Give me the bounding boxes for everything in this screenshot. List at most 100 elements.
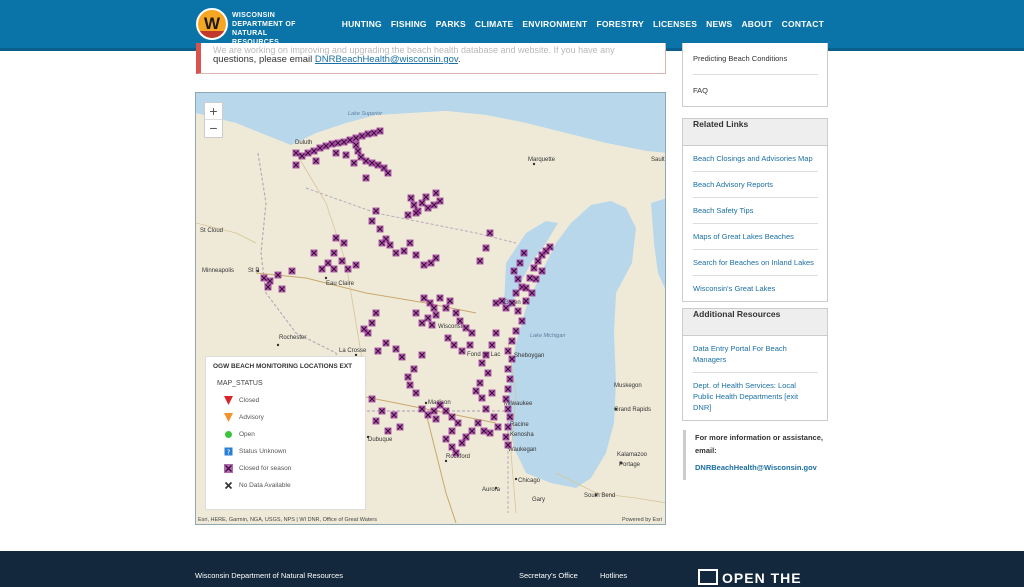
closed-for-season-marker[interactable] xyxy=(448,427,456,435)
closed-for-season-marker[interactable] xyxy=(412,209,420,217)
related-link[interactable]: Maps of Great Lakes Beaches xyxy=(693,224,818,250)
closed-for-season-marker[interactable] xyxy=(332,234,340,242)
footer-link-hotlines[interactable]: Hotlines xyxy=(600,571,627,580)
closed-for-season-marker[interactable] xyxy=(332,149,340,157)
closed-for-season-marker[interactable] xyxy=(534,257,542,265)
closed-for-season-marker[interactable] xyxy=(504,347,512,355)
nav-environment[interactable]: ENVIRONMENT xyxy=(522,19,587,29)
closed-for-season-marker[interactable] xyxy=(448,443,456,451)
closed-for-season-marker[interactable] xyxy=(484,369,492,377)
closed-for-season-marker[interactable] xyxy=(448,413,456,421)
closed-for-season-marker[interactable] xyxy=(430,304,438,312)
closed-for-season-marker[interactable] xyxy=(478,359,486,367)
closed-for-season-marker[interactable] xyxy=(476,257,484,265)
closed-for-season-marker[interactable] xyxy=(400,247,408,255)
closed-for-season-marker[interactable] xyxy=(462,324,470,332)
closed-for-season-marker[interactable] xyxy=(310,147,318,155)
closed-for-season-marker[interactable] xyxy=(406,381,414,389)
closed-for-season-marker[interactable] xyxy=(508,355,516,363)
closed-for-season-marker[interactable] xyxy=(372,207,380,215)
closed-for-season-marker[interactable] xyxy=(368,159,376,167)
closed-for-season-marker[interactable] xyxy=(458,439,466,447)
closed-for-season-marker[interactable] xyxy=(344,265,352,273)
closed-for-season-marker[interactable] xyxy=(518,317,526,325)
closed-for-season-marker[interactable] xyxy=(412,309,420,317)
closed-for-season-marker[interactable] xyxy=(502,433,510,441)
closed-for-season-marker[interactable] xyxy=(364,130,372,138)
closed-for-season-marker[interactable] xyxy=(260,274,268,282)
related-link[interactable]: Beach Advisory Reports xyxy=(693,172,818,198)
closed-for-season-marker[interactable] xyxy=(506,375,514,383)
sidebar-item-faq[interactable]: FAQ xyxy=(693,75,818,106)
closed-for-season-marker[interactable] xyxy=(340,239,348,247)
nav-parks[interactable]: PARKS xyxy=(436,19,466,29)
closed-for-season-marker[interactable] xyxy=(392,345,400,353)
closed-for-season-marker[interactable] xyxy=(390,411,398,419)
closed-for-season-marker[interactable] xyxy=(488,341,496,349)
closed-for-season-marker[interactable] xyxy=(378,407,386,415)
closed-for-season-marker[interactable] xyxy=(368,395,376,403)
closed-for-season-marker[interactable] xyxy=(404,373,412,381)
closed-for-season-marker[interactable] xyxy=(404,211,412,219)
closed-for-season-marker[interactable] xyxy=(488,389,496,397)
closed-for-season-marker[interactable] xyxy=(424,411,432,419)
closed-for-season-marker[interactable] xyxy=(514,307,522,315)
footer-link-secretary[interactable]: Secretary's Office xyxy=(519,571,578,580)
closed-for-season-marker[interactable] xyxy=(490,413,498,421)
nav-licenses[interactable]: LICENSES xyxy=(653,19,697,29)
closed-for-season-marker[interactable] xyxy=(430,201,438,209)
closed-for-season-marker[interactable] xyxy=(368,217,376,225)
closed-for-season-marker[interactable] xyxy=(526,274,534,282)
closed-for-season-marker[interactable] xyxy=(478,394,486,402)
closed-for-season-marker[interactable] xyxy=(514,275,522,283)
closed-for-season-marker[interactable] xyxy=(442,407,450,415)
closed-for-season-marker[interactable] xyxy=(468,427,476,435)
nav-hunting[interactable]: HUNTING xyxy=(342,19,382,29)
resource-link[interactable]: Data Entry Portal For Beach Managers xyxy=(693,336,818,373)
closed-for-season-marker[interactable] xyxy=(312,157,320,165)
closed-for-season-marker[interactable] xyxy=(422,193,430,201)
closed-for-season-marker[interactable] xyxy=(360,325,368,333)
closed-for-season-marker[interactable] xyxy=(522,297,530,305)
closed-for-season-marker[interactable] xyxy=(292,149,300,157)
closed-for-season-marker[interactable] xyxy=(362,157,370,165)
closed-for-season-marker[interactable] xyxy=(346,136,354,144)
closed-for-season-marker[interactable] xyxy=(304,149,312,157)
closed-for-season-marker[interactable] xyxy=(418,199,426,207)
closed-for-season-marker[interactable] xyxy=(274,271,282,279)
logo-text[interactable]: WISCONSIN DEPARTMENT OF NATURAL RESOURCE… xyxy=(232,11,312,47)
closed-for-season-marker[interactable] xyxy=(352,141,360,149)
contact-email-link[interactable]: DNRBeachHealth@Wisconsin.gov xyxy=(695,463,828,472)
closed-for-season-marker[interactable] xyxy=(480,427,488,435)
closed-for-season-marker[interactable] xyxy=(328,140,336,148)
closed-for-season-marker[interactable] xyxy=(520,249,528,257)
closed-for-season-marker[interactable] xyxy=(410,201,418,209)
closed-for-season-marker[interactable] xyxy=(502,395,510,403)
closed-for-season-marker[interactable] xyxy=(504,405,512,413)
closed-for-season-marker[interactable] xyxy=(354,147,362,155)
closed-for-season-marker[interactable] xyxy=(382,339,390,347)
closed-for-season-marker[interactable] xyxy=(318,265,326,273)
closed-for-season-marker[interactable] xyxy=(452,449,460,457)
closed-for-season-marker[interactable] xyxy=(432,189,440,197)
closed-for-season-marker[interactable] xyxy=(292,161,300,169)
closed-for-season-marker[interactable] xyxy=(482,244,490,252)
closed-for-season-marker[interactable] xyxy=(386,241,394,249)
closed-for-season-marker[interactable] xyxy=(512,289,520,297)
closed-for-season-marker[interactable] xyxy=(406,239,414,247)
closed-for-season-marker[interactable] xyxy=(376,225,384,233)
closed-for-season-marker[interactable] xyxy=(420,294,428,302)
closed-for-season-marker[interactable] xyxy=(432,311,440,319)
closed-for-season-marker[interactable] xyxy=(368,319,376,327)
closed-for-season-marker[interactable] xyxy=(528,289,536,297)
closed-for-season-marker[interactable] xyxy=(350,159,358,167)
related-link[interactable]: Wisconsin's Great Lakes xyxy=(693,276,818,301)
closed-for-season-marker[interactable] xyxy=(322,142,330,150)
closed-for-season-marker[interactable] xyxy=(288,267,296,275)
nav-contact[interactable]: CONTACT xyxy=(782,19,824,29)
closed-for-season-marker[interactable] xyxy=(370,129,378,137)
nav-forestry[interactable]: FORESTRY xyxy=(596,19,644,29)
closed-for-season-marker[interactable] xyxy=(352,134,360,142)
closed-for-season-marker[interactable] xyxy=(432,254,440,262)
closed-for-season-marker[interactable] xyxy=(504,385,512,393)
